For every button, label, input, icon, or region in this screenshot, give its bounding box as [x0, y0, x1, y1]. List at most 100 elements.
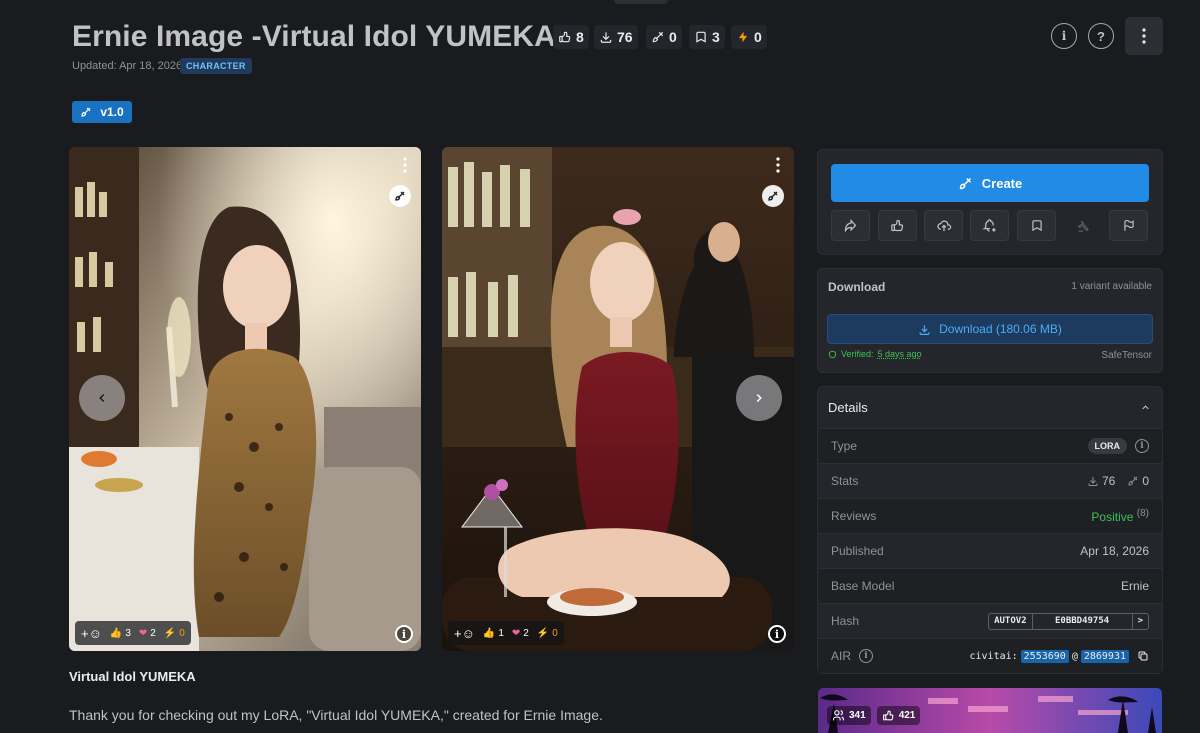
downloads-badge: 76	[594, 25, 638, 49]
cloud-save-button[interactable]	[924, 210, 963, 241]
download-button[interactable]: Download (180.06 MB)	[827, 314, 1153, 344]
chevron-up-icon	[1142, 405, 1149, 410]
reactions-bar: +☺ 👍 3 ❤ 2 ⚡ 0	[75, 621, 191, 645]
download-label: Download (180.06 MB)	[939, 322, 1062, 336]
flag-icon	[1123, 220, 1134, 231]
promo-stats: 341 421	[827, 706, 921, 725]
dots-vertical-icon	[1142, 28, 1146, 44]
image-info-button[interactable]: i	[768, 625, 786, 643]
thumbs-up-icon	[559, 31, 571, 43]
brush-icon	[81, 107, 91, 117]
category-badge[interactable]: CHARACTER	[180, 58, 252, 74]
share-icon	[844, 218, 857, 233]
info-icon[interactable]: i	[1051, 23, 1077, 49]
download-heading: Download	[828, 280, 886, 294]
create-label: Create	[981, 175, 1023, 191]
gallery-image-right[interactable]: +☺ 👍 1 ❤ 2 ⚡ 0 i	[442, 147, 794, 651]
like-button[interactable]	[878, 210, 917, 241]
remix-button[interactable]	[389, 185, 411, 207]
likes-count: 8	[576, 29, 584, 45]
thumbs-up-icon	[882, 710, 894, 721]
verified-time[interactable]: 5 days ago	[878, 349, 922, 359]
bolt-icon	[738, 31, 748, 43]
promo-card[interactable]: 341 421	[818, 688, 1162, 733]
bookmark-button[interactable]	[1017, 210, 1056, 241]
heart-emoji-icon: ❤	[138, 627, 148, 639]
cloud-upload-icon	[936, 220, 951, 232]
brush-icon	[395, 191, 405, 201]
buzz-reaction[interactable]: ⚡ 0	[164, 628, 185, 639]
version-label: v1.0	[100, 105, 124, 119]
copy-icon[interactable]	[1137, 650, 1149, 662]
bolt-icon: ⚡	[163, 627, 177, 639]
report-button[interactable]	[1109, 210, 1148, 241]
file-format: SafeTensor	[1101, 350, 1152, 361]
type-badge: LORA	[1087, 438, 1127, 454]
download-icon	[919, 324, 930, 335]
downloads-count: 76	[617, 29, 633, 45]
version-button[interactable]: v1.0	[72, 101, 132, 123]
like-reaction[interactable]: 👍 3	[110, 628, 131, 639]
notify-button[interactable]	[970, 210, 1009, 241]
auction-button[interactable]	[1063, 210, 1102, 241]
more-options-button[interactable]	[1125, 17, 1163, 55]
share-button[interactable]	[831, 210, 870, 241]
add-reaction-button[interactable]: +☺	[454, 626, 475, 641]
description-text: Thank you for checking out my LoRA, "Vir…	[69, 707, 603, 723]
users-icon	[833, 710, 844, 721]
promo-likes: 421	[876, 706, 921, 725]
hash-selector[interactable]: AUTOV2 E0BBD49754 >	[988, 612, 1149, 630]
help-icon[interactable]: ?	[1088, 23, 1114, 49]
bell-plus-icon	[982, 219, 996, 232]
gavel-icon	[1077, 220, 1089, 232]
bolt-icon: ⚡	[536, 627, 550, 639]
generations-badge: 0	[646, 25, 682, 49]
variant-count: 1 variant available	[1071, 281, 1152, 292]
dots-vertical-icon	[776, 157, 780, 173]
heart-emoji-icon: ❤	[511, 627, 521, 639]
heart-reaction[interactable]: ❤ 2	[139, 628, 156, 639]
remix-button[interactable]	[762, 185, 784, 207]
buzz-reaction[interactable]: ⚡ 0	[537, 628, 558, 639]
air-identifier[interactable]: civitai: 2553690 @ 2869931	[969, 649, 1129, 663]
top-drag-handle	[614, 0, 668, 4]
add-reaction-button[interactable]: +☺	[81, 626, 102, 641]
info-icon[interactable]: i	[859, 649, 874, 663]
details-row-hash: Hash AUTOV2 E0BBD49754 >	[818, 603, 1162, 638]
download-icon	[600, 32, 612, 43]
collapse-details-button[interactable]	[1140, 402, 1151, 413]
like-reaction[interactable]: 👍 1	[483, 628, 504, 639]
previous-image-button[interactable]	[79, 375, 125, 421]
info-icon[interactable]: i	[1135, 439, 1149, 453]
image-info-button[interactable]: i	[395, 625, 413, 643]
page-title: Ernie Image -Virtual Idol YUMEKA-	[72, 20, 566, 53]
reactions-bar: +☺ 👍 1 ❤ 2 ⚡ 0	[448, 621, 564, 645]
details-row-base-model: Base Model Ernie	[818, 568, 1162, 603]
thumbs-up-icon	[891, 219, 904, 232]
promo-users: 341	[827, 706, 871, 725]
gallery-image-left[interactable]: +☺ 👍 3 ❤ 2 ⚡ 0 i	[69, 147, 421, 651]
next-image-button[interactable]	[736, 375, 782, 421]
image-menu-button[interactable]	[776, 157, 780, 173]
brush-icon	[652, 31, 664, 43]
description-title: Virtual Idol YUMEKA	[69, 669, 196, 684]
details-row-stats: Stats 76 0	[818, 463, 1162, 498]
brush-icon	[768, 191, 778, 201]
image-menu-button[interactable]	[403, 157, 407, 173]
chevron-right-icon	[756, 393, 762, 403]
details-row-type: Type LORA i	[818, 428, 1162, 463]
details-row-air: AIR i civitai: 2553690 @ 2869931	[818, 638, 1162, 673]
buzz-badge: 0	[731, 25, 767, 49]
generations-count: 0	[669, 29, 677, 45]
buzz-count: 0	[754, 29, 762, 45]
thumbs-up-emoji-icon: 👍	[109, 627, 123, 639]
download-icon	[1088, 477, 1098, 486]
hash-next-button[interactable]: >	[1133, 614, 1148, 629]
bookmark-icon	[696, 31, 706, 43]
bookmark-icon	[1031, 220, 1042, 232]
create-button[interactable]: Create	[831, 164, 1149, 202]
reviews-link[interactable]: Positive (8)	[1091, 508, 1149, 524]
collected-badge: 3	[689, 25, 725, 49]
verified-status: Verified: 5 days ago	[828, 349, 922, 359]
heart-reaction[interactable]: ❤ 2	[512, 628, 529, 639]
